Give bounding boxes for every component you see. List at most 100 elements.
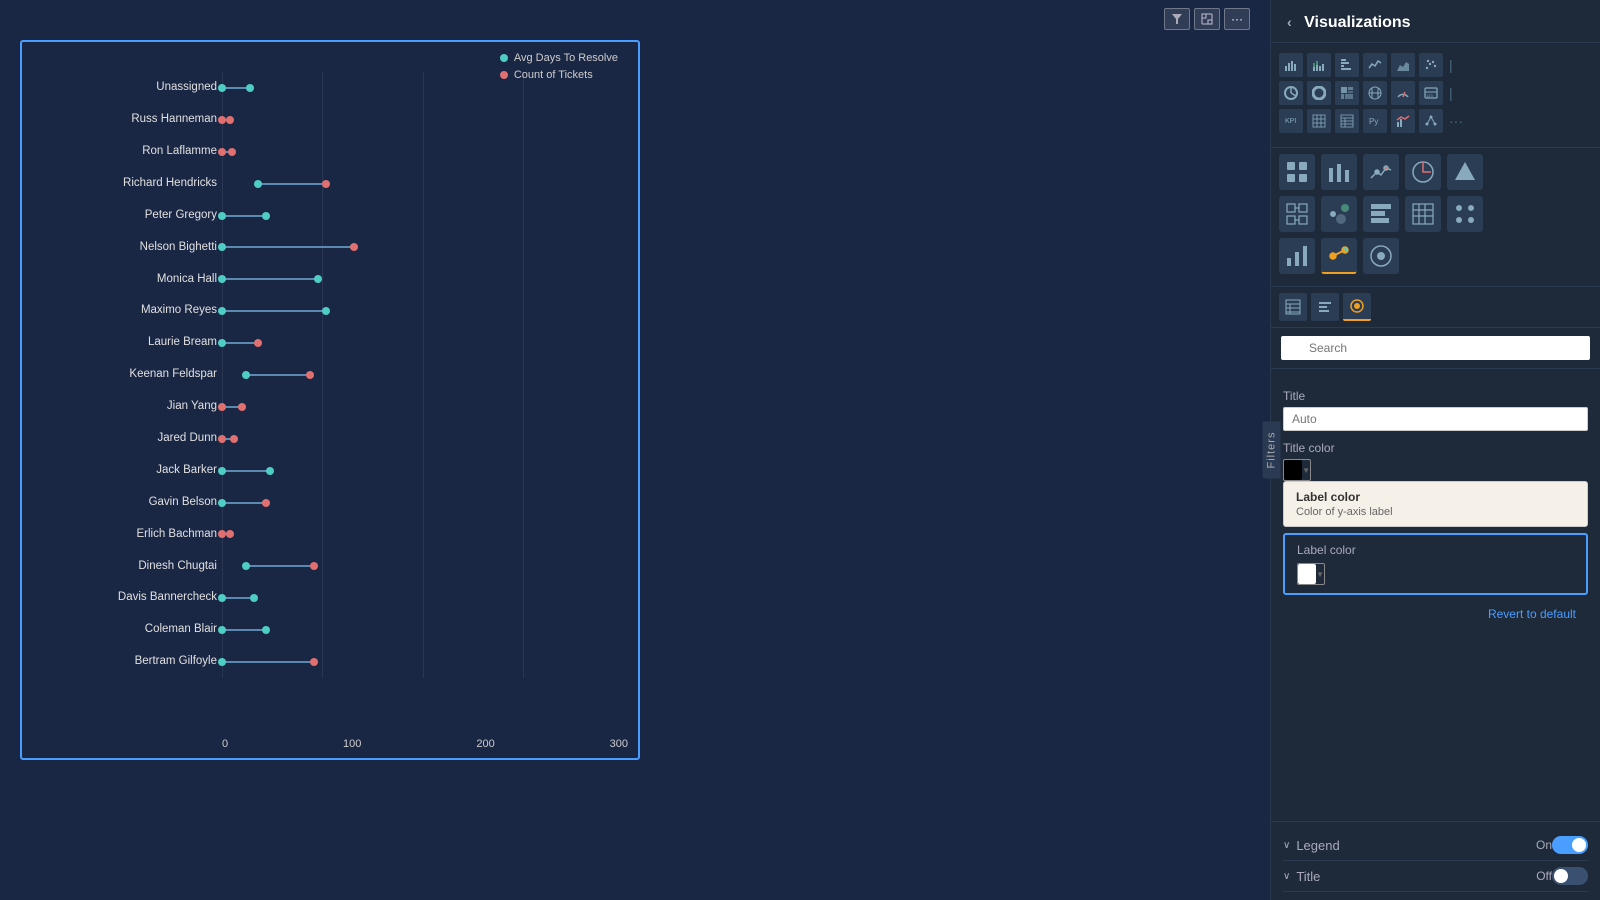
filter-button[interactable] — [1164, 8, 1190, 30]
chart-toolbar: ··· — [1164, 8, 1250, 30]
icon-separator-1: | — [1447, 57, 1455, 73]
viz-icon-decomp[interactable] — [1419, 109, 1443, 133]
label-color-inner — [1298, 564, 1316, 584]
custom-icon-5[interactable] — [1447, 154, 1483, 190]
y-label-0: Unassigned — [37, 82, 217, 94]
plot-area — [222, 72, 623, 678]
custom-icon-11[interactable] — [1279, 238, 1315, 274]
title-color-arrow[interactable]: ▼ — [1302, 466, 1310, 475]
title-toggle-row: ∨ Title Off — [1283, 861, 1588, 892]
revert-link[interactable]: Revert to default — [1283, 603, 1588, 625]
y-label-1: Russ Hanneman — [37, 114, 217, 126]
title-section: Title — [1283, 389, 1588, 431]
dot-start-2 — [218, 148, 226, 156]
action-icon-analytics[interactable] — [1343, 293, 1371, 321]
y-label-3: Richard Hendricks — [37, 178, 217, 190]
data-row-6 — [222, 268, 623, 290]
legend-dot-avg — [500, 54, 508, 62]
viz-icon-hbar[interactable] — [1335, 53, 1359, 77]
panel-header: ‹ Visualizations — [1271, 0, 1600, 43]
data-row-2 — [222, 141, 623, 163]
dumbbell-line-8 — [222, 342, 258, 344]
legend-toggle-row: ∨ Legend On — [1283, 830, 1588, 861]
viz-icon-bar[interactable] — [1279, 53, 1303, 77]
viz-icon-kpi[interactable]: KPI — [1279, 109, 1303, 133]
viz-icon-line[interactable] — [1363, 53, 1387, 77]
data-row-18 — [222, 651, 623, 673]
dot-start-1 — [218, 116, 226, 124]
viz-icon-gauge[interactable] — [1391, 81, 1415, 105]
dot-start-11 — [218, 435, 226, 443]
dumbbell-line-18 — [222, 661, 314, 663]
custom-icon-2[interactable] — [1321, 154, 1357, 190]
dot-start-16 — [218, 594, 226, 602]
label-color-swatch[interactable]: ▼ — [1297, 563, 1325, 585]
title-color-swatch[interactable]: ▼ — [1283, 459, 1311, 481]
title-color-section: Title color ▼ — [1283, 441, 1588, 481]
viz-icon-row-3: KPI Py ··· — [1279, 109, 1592, 133]
action-icon-table[interactable] — [1279, 293, 1307, 321]
dot-end-7 — [322, 307, 330, 315]
custom-icon-row-2 — [1279, 196, 1592, 232]
viz-icon-stacked-bar[interactable] — [1307, 53, 1331, 77]
label-color-card-label: Label color — [1297, 543, 1574, 557]
dot-end-9 — [306, 371, 314, 379]
viz-icon-map[interactable] — [1363, 81, 1387, 105]
x-label-0: 0 — [222, 738, 228, 750]
viz-icon-table[interactable] — [1335, 109, 1359, 133]
title-toggle-label: ∨ Title — [1283, 869, 1320, 884]
back-button[interactable]: ‹ — [1287, 14, 1292, 30]
custom-icon-8[interactable] — [1363, 196, 1399, 232]
action-icon-format[interactable] — [1311, 293, 1339, 321]
label-color-tooltip: Label color Color of y-axis label — [1283, 481, 1588, 527]
dot-end-13 — [262, 499, 270, 507]
viz-icon-card[interactable]: 123 — [1419, 81, 1443, 105]
viz-icon-python[interactable]: Py — [1363, 109, 1387, 133]
data-row-0 — [222, 77, 623, 99]
custom-icon-1[interactable] — [1279, 154, 1315, 190]
label-color-arrow[interactable]: ▼ — [1316, 570, 1324, 579]
x-label-100: 100 — [343, 738, 361, 750]
filters-tab[interactable]: Filters — [1262, 422, 1280, 479]
viz-icon-pie[interactable] — [1279, 81, 1303, 105]
search-input[interactable] — [1281, 336, 1590, 360]
viz-icon-scatter[interactable] — [1419, 53, 1443, 77]
custom-icon-12-active[interactable] — [1321, 238, 1357, 274]
legend-toggle-track[interactable] — [1552, 836, 1588, 854]
viz-icon-donut[interactable] — [1307, 81, 1331, 105]
dot-start-4 — [218, 212, 226, 220]
legend-chevron-icon[interactable]: ∨ — [1283, 840, 1290, 851]
data-row-13 — [222, 492, 623, 514]
custom-icon-row-1 — [1279, 154, 1592, 190]
data-row-17 — [222, 619, 623, 641]
viz-icon-area[interactable] — [1391, 53, 1415, 77]
data-row-7 — [222, 300, 623, 322]
viz-icon-matrix[interactable] — [1307, 109, 1331, 133]
custom-icon-4[interactable] — [1405, 154, 1441, 190]
dot-start-0 — [218, 84, 226, 92]
custom-icon-9[interactable] — [1405, 196, 1441, 232]
x-label-300: 300 — [610, 738, 628, 750]
title-input[interactable] — [1283, 407, 1588, 431]
data-row-4 — [222, 205, 623, 227]
custom-icon-3[interactable] — [1363, 154, 1399, 190]
viz-icon-treemap[interactable] — [1335, 81, 1359, 105]
dot-start-14 — [218, 530, 226, 538]
dumbbell-line-4 — [222, 215, 266, 217]
custom-icon-13[interactable] — [1363, 238, 1399, 274]
title-chevron-icon[interactable]: ∨ — [1283, 871, 1290, 882]
viz-icon-combo[interactable] — [1391, 109, 1415, 133]
expand-button[interactable] — [1194, 8, 1220, 30]
custom-icon-10[interactable] — [1447, 196, 1483, 232]
viz-icon-row-2: 123 | — [1279, 81, 1592, 105]
data-row-14 — [222, 523, 623, 545]
dot-end-18 — [310, 658, 318, 666]
custom-icon-7[interactable] — [1321, 196, 1357, 232]
y-label-14: Erlich Bachman — [37, 529, 217, 541]
more-options-button[interactable]: ··· — [1224, 8, 1250, 30]
action-icons-row — [1271, 287, 1600, 328]
title-toggle-track[interactable] — [1552, 867, 1588, 885]
dot-start-8 — [218, 339, 226, 347]
svg-text:123: 123 — [1426, 93, 1433, 98]
custom-icon-6[interactable] — [1279, 196, 1315, 232]
